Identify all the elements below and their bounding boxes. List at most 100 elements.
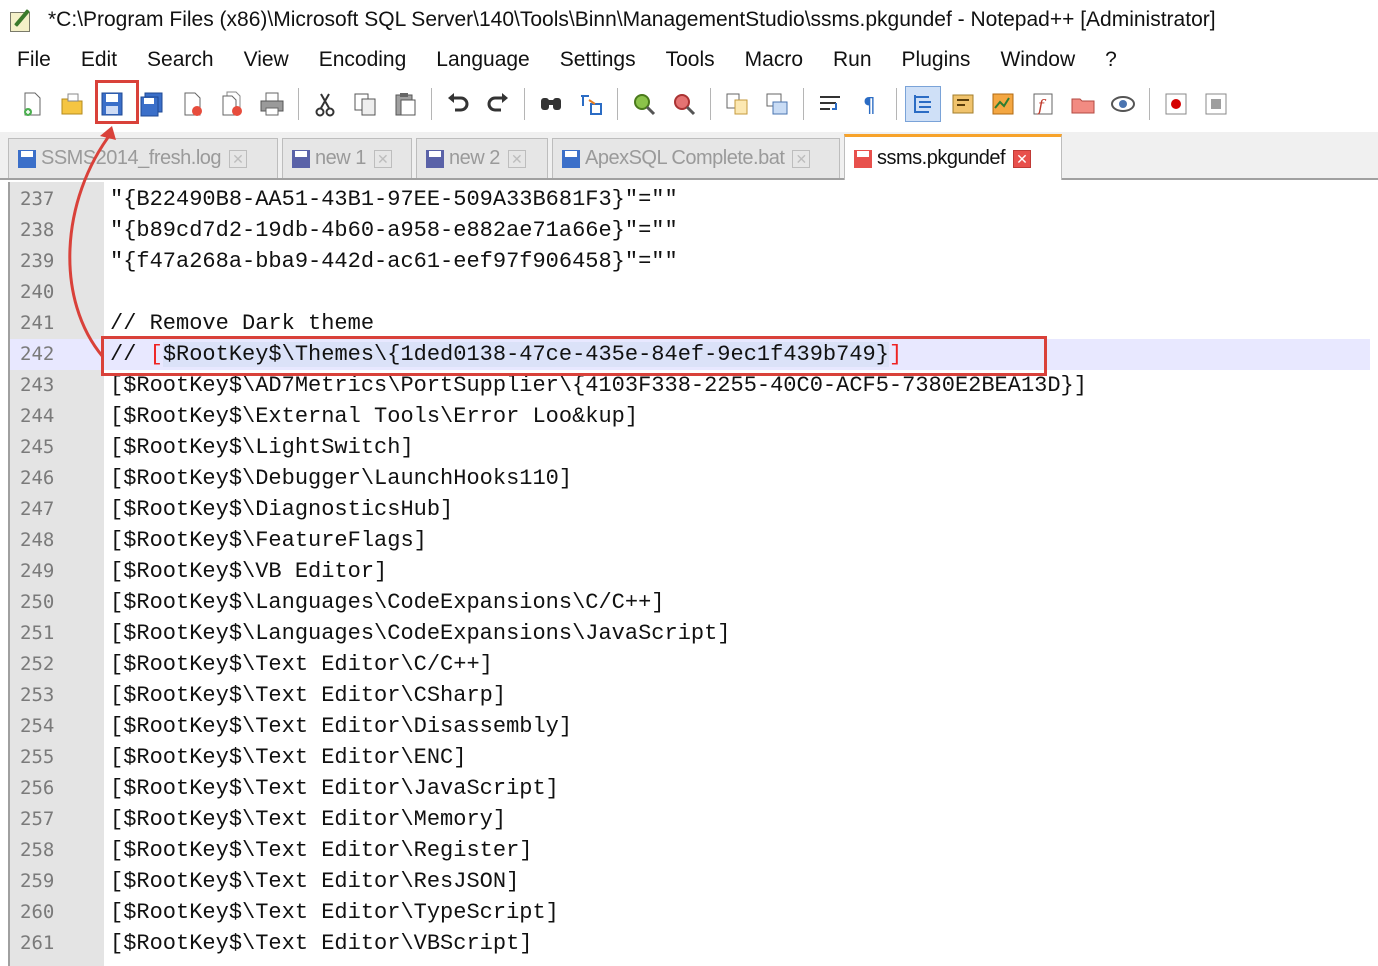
line-text: [$RootKey$\LightSwitch] [110,435,414,460]
indent-guide-icon[interactable] [905,86,941,122]
tab-close-button[interactable]: ✕ [229,149,248,168]
toolbar-separator [896,88,897,120]
menu-plugins[interactable]: Plugins [885,41,984,79]
editor-line[interactable]: 256 [$RootKey$\Text Editor\JavaScript] [10,773,1370,804]
editor-area[interactable]: 237 "{B22490B8-AA51-43B1-97EE-509A33B681… [8,182,1370,966]
line-text: [$RootKey$\Text Editor\JavaScript] [110,776,559,801]
editor-line[interactable]: 244 [$RootKey$\External Tools\Error Loo&… [10,401,1370,432]
replace-icon[interactable] [573,86,609,122]
new-file-icon[interactable] [14,86,50,122]
tab-new-2[interactable]: new 2 ✕ [416,138,548,178]
toolbar-separator [710,88,711,120]
line-number: 252 [20,653,55,675]
editor-line[interactable]: 240 [10,277,1370,308]
menu-run[interactable]: Run [816,41,885,79]
editor-line[interactable]: 245 [$RootKey$\LightSwitch] [10,432,1370,463]
monitoring-icon[interactable] [1105,86,1141,122]
menu-encoding[interactable]: Encoding [302,41,420,79]
redo-icon[interactable] [480,86,516,122]
close-icon[interactable] [174,86,210,122]
tab-close-button[interactable]: ✕ [507,149,526,168]
sync-vertical-icon[interactable] [719,86,755,122]
tab-close-button[interactable]: ✕ [792,149,811,168]
line-text: [$RootKey$\Languages\CodeExpansions\Java… [110,621,731,646]
tab-close-button[interactable]: ✕ [373,149,392,168]
tab-ssms2014-fresh-log[interactable]: SSMS2014_fresh.log ✕ [8,138,278,178]
save-icon[interactable] [94,86,130,122]
editor-line[interactable]: 252 [$RootKey$\Text Editor\C/C++] [10,649,1370,680]
editor-line[interactable]: 246 [$RootKey$\Debugger\LaunchHooks110] [10,463,1370,494]
tab-ssms-pkgundef[interactable]: ssms.pkgundef ✕ [844,134,1062,180]
print-icon[interactable] [254,86,290,122]
doc-map-icon[interactable] [985,86,1021,122]
editor-line[interactable]: 243 [$RootKey$\AD7Metrics\PortSupplier\{… [10,370,1370,401]
open-file-icon[interactable] [54,86,90,122]
zoom-in-icon[interactable] [626,86,662,122]
function-list-icon[interactable]: f [1025,86,1061,122]
editor-line[interactable]: 238 "{b89cd7d2-19db-4b60-a958-e882ae71a6… [10,215,1370,246]
folder-workspace-icon[interactable] [1065,86,1101,122]
line-number: 259 [20,870,55,892]
tab-new-1[interactable]: new 1 ✕ [282,138,412,178]
line-number: 261 [20,932,55,954]
save-all-icon[interactable] [134,86,170,122]
line-number: 239 [20,250,55,272]
editor-line[interactable]: 237 "{B22490B8-AA51-43B1-97EE-509A33B681… [10,184,1370,215]
menu-settings[interactable]: Settings [543,41,649,79]
line-text: [$RootKey$\AD7Metrics\PortSupplier\{4103… [110,373,1087,398]
editor-line[interactable]: 249 [$RootKey$\VB Editor] [10,556,1370,587]
line-text: // [$RootKey$\Themes\{1ded0138-47ce-435e… [110,339,902,370]
editor-line[interactable]: 248 [$RootKey$\FeatureFlags] [10,525,1370,556]
editor-line[interactable]: 254 [$RootKey$\Text Editor\Disassembly] [10,711,1370,742]
editor-line[interactable]: 255 [$RootKey$\Text Editor\ENC] [10,742,1370,773]
zoom-out-icon[interactable] [666,86,702,122]
record-macro-icon[interactable] [1158,86,1194,122]
tab-close-button[interactable]: ✕ [1013,149,1032,168]
line-text: "{b89cd7d2-19db-4b60-a958-e882ae71a66e}"… [110,218,678,243]
line-number: 237 [20,188,55,210]
line-text: [$RootKey$\DiagnosticsHub] [110,497,454,522]
find-icon[interactable] [533,86,569,122]
menu-edit[interactable]: Edit [64,41,130,79]
editor-line[interactable]: 260 [$RootKey$\Text Editor\TypeScript] [10,897,1370,928]
menu-file[interactable]: File [0,41,64,79]
undo-icon[interactable] [440,86,476,122]
tab-apexsql-complete-bat[interactable]: ApexSQL Complete.bat ✕ [552,138,840,178]
paste-icon[interactable] [387,86,423,122]
line-text: "{B22490B8-AA51-43B1-97EE-509A33B681F3}"… [110,187,678,212]
editor-line[interactable]: 239 "{f47a268a-bba9-442d-ac61-eef97f9064… [10,246,1370,277]
editor-line[interactable]: 258 [$RootKey$\Text Editor\Register] [10,835,1370,866]
stop-macro-icon[interactable] [1198,86,1234,122]
notepadpp-icon [8,8,34,32]
menu-language[interactable]: Language [419,41,542,79]
editor-line[interactable]: 251 [$RootKey$\Languages\CodeExpansions\… [10,618,1370,649]
line-number: 242 [20,343,55,365]
cut-icon[interactable] [307,86,343,122]
editor-line[interactable]: 250 [$RootKey$\Languages\CodeExpansions\… [10,587,1370,618]
editor-line[interactable]: 257 [$RootKey$\Text Editor\Memory] [10,804,1370,835]
menu-window[interactable]: Window [983,41,1088,79]
word-wrap-icon[interactable] [812,86,848,122]
sync-horizontal-icon[interactable] [759,86,795,122]
user-language-icon[interactable] [945,86,981,122]
editor-line[interactable]: 253 [$RootKey$\Text Editor\CSharp] [10,680,1370,711]
line-text: [$RootKey$\Text Editor\TypeScript] [110,900,559,925]
editor-line[interactable]: 259 [$RootKey$\Text Editor\ResJSON] [10,866,1370,897]
editor-line[interactable]: 261 [$RootKey$\Text Editor\VBScript] [10,928,1370,959]
editor-line-current[interactable]: 242 // [$RootKey$\Themes\{1ded0138-47ce-… [10,339,1370,370]
menu-macro[interactable]: Macro [728,41,816,79]
selected-text: $RootKey$\Themes\{1ded0138-47ce-435e-84e… [162,342,889,367]
show-all-chars-icon[interactable]: ¶ [852,86,888,122]
editor-line[interactable]: 247 [$RootKey$\DiagnosticsHub] [10,494,1370,525]
menu-help[interactable]: ? [1088,41,1130,79]
line-number: 255 [20,746,55,768]
line-number: 247 [20,498,55,520]
line-number: 260 [20,901,55,923]
close-all-icon[interactable] [214,86,250,122]
menu-search[interactable]: Search [130,41,227,79]
copy-icon[interactable] [347,86,383,122]
editor-line[interactable]: 241 // Remove Dark theme [10,308,1370,339]
menu-tools[interactable]: Tools [649,41,728,79]
menu-view[interactable]: View [227,41,302,79]
svg-text:¶: ¶ [863,93,876,117]
